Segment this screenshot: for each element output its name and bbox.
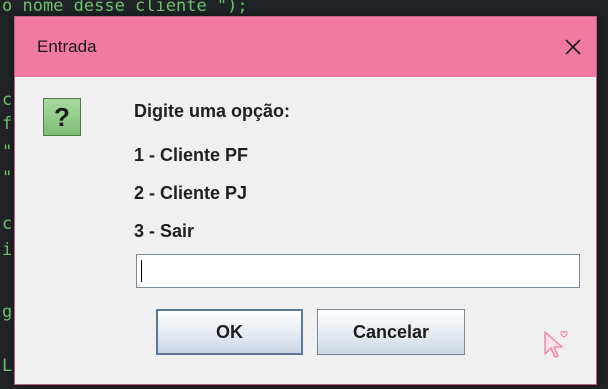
option-1-label: 1 - Cliente PF [134, 145, 248, 166]
code-line: " [2, 168, 13, 188]
code-line: " [2, 142, 13, 162]
option-2-label: 2 - Cliente PJ [134, 183, 247, 204]
text-caret [141, 260, 142, 282]
ok-button[interactable]: OK [156, 309, 303, 355]
close-button[interactable] [550, 17, 596, 77]
prompt-label: Digite uma opção: [134, 101, 291, 121]
option-text: - Cliente PF [144, 145, 249, 165]
code-line: c [2, 214, 13, 234]
option-text: - Sair [144, 221, 195, 241]
option-number: 1 [134, 145, 145, 165]
code-line: g [2, 302, 13, 322]
dialog-titlebar[interactable]: Entrada [15, 17, 596, 77]
cancel-button[interactable]: Cancelar [317, 309, 465, 355]
code-line: c [2, 90, 13, 110]
option-3-label: 3 - Sair [134, 221, 194, 242]
dialog-title: Entrada [37, 37, 97, 56]
code-line: f [2, 114, 13, 134]
close-icon [565, 39, 581, 55]
option-text: - Cliente PJ [144, 183, 248, 203]
option-number: 2 [134, 183, 145, 203]
code-line: i [2, 240, 13, 260]
input-dialog: Entrada ? Digite uma opção: 1 - Cliente … [14, 16, 597, 385]
option-number: 3 [134, 221, 145, 241]
option-input-field[interactable] [136, 254, 580, 288]
pink-pointer-cursor-icon [544, 330, 568, 358]
code-line: L [2, 356, 13, 376]
question-icon: ? [43, 98, 81, 136]
